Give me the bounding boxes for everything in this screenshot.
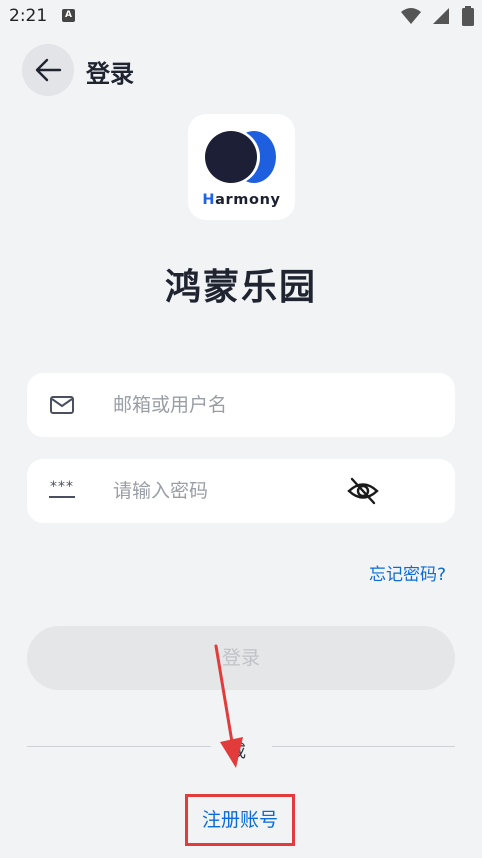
back-button[interactable]: [22, 44, 74, 96]
password-mask-icon: ***: [49, 480, 75, 498]
app-name: 鸿蒙乐园: [164, 267, 317, 308]
battery-icon: [462, 6, 474, 26]
status-time: 2:21: [9, 6, 48, 26]
password-input[interactable]: [113, 473, 353, 509]
mail-icon: [50, 396, 74, 414]
password-card: ***: [27, 459, 455, 523]
logo-wordmark: Harmony: [202, 192, 281, 208]
forgot-password-link[interactable]: 忘记密码?: [369, 560, 446, 585]
or-text: 或: [229, 742, 246, 762]
status-icons: [400, 6, 474, 26]
eye-off-icon[interactable]: [347, 476, 379, 506]
notification-icon: A: [62, 9, 75, 22]
harmony-logo-icon: [204, 129, 276, 185]
register-button[interactable]: 注册账号: [185, 794, 295, 846]
signal-icon: [432, 8, 449, 24]
divider-right: [272, 746, 455, 747]
username-card: [27, 373, 455, 437]
arrow-left-icon: [35, 58, 62, 82]
login-button[interactable]: 登录: [27, 626, 455, 690]
app-logo: Harmony: [188, 114, 295, 220]
wifi-icon: [400, 8, 421, 24]
status-bar: 2:21 A: [0, 0, 482, 34]
page-title: 登录: [86, 60, 134, 88]
divider-left: [27, 746, 211, 747]
username-input[interactable]: [113, 387, 353, 423]
